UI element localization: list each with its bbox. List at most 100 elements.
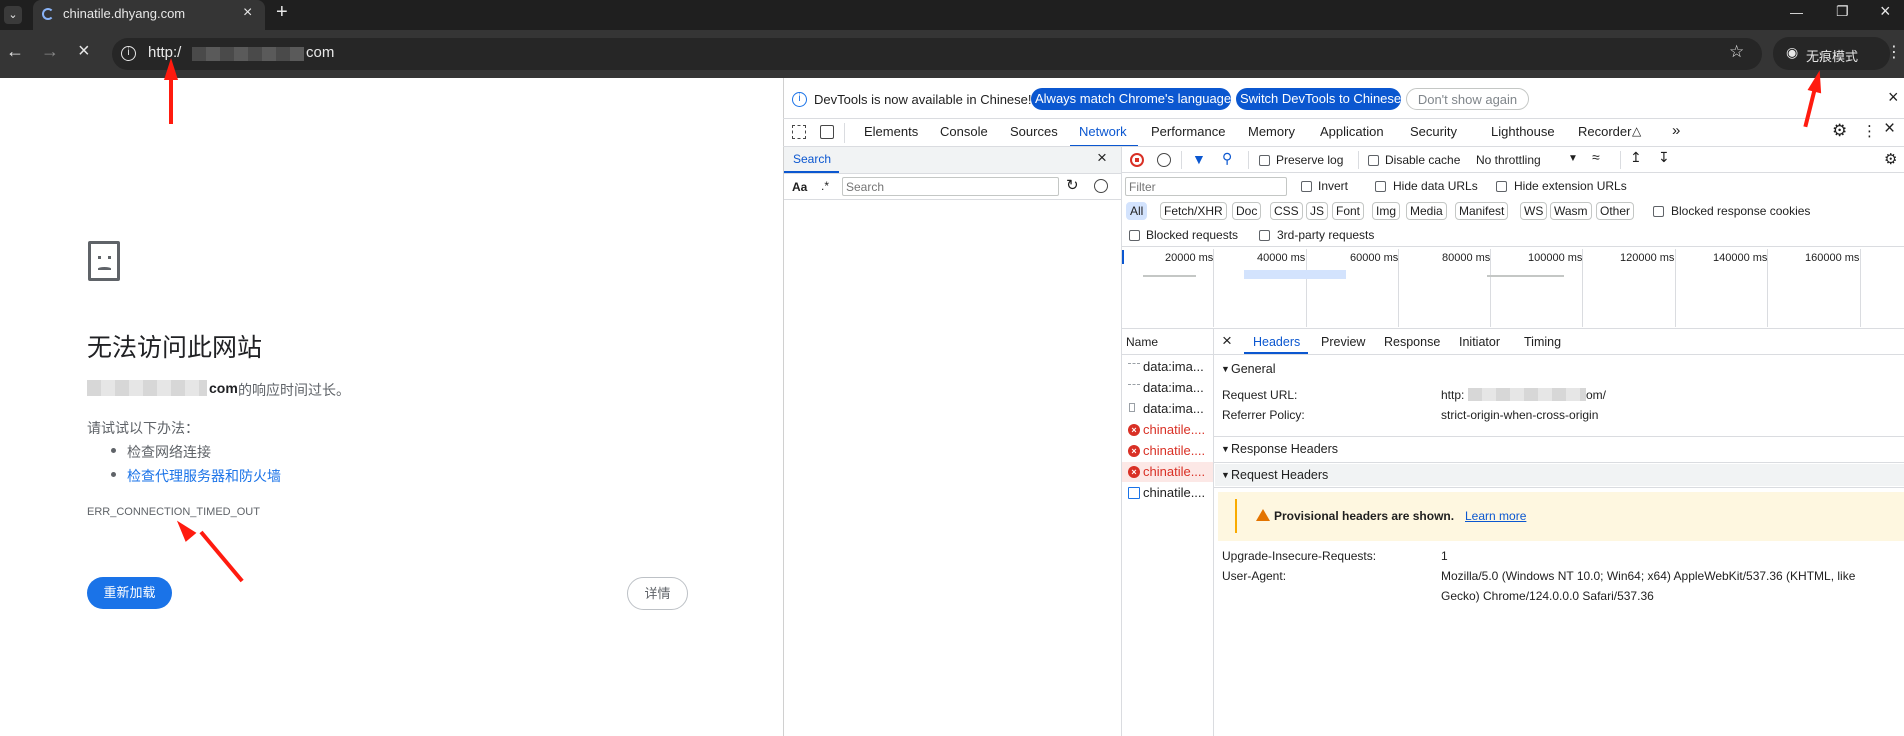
- name-column-header[interactable]: Name: [1126, 335, 1158, 349]
- browser-tab[interactable]: chinatile.dhyang.com ×: [33, 0, 265, 30]
- invert-checkbox[interactable]: [1301, 181, 1312, 192]
- tab-application[interactable]: Application: [1320, 124, 1384, 139]
- tab-memory[interactable]: Memory: [1248, 124, 1295, 139]
- request-row-failed[interactable]: chinatile....: [1143, 443, 1225, 463]
- switch-to-chinese-button[interactable]: Switch DevTools to Chinese: [1236, 88, 1401, 110]
- export-har-icon[interactable]: ↧: [1658, 149, 1670, 166]
- request-row[interactable]: chinatile....: [1143, 485, 1225, 505]
- type-filter-wasm[interactable]: Wasm: [1550, 202, 1592, 220]
- detail-tab-preview[interactable]: Preview: [1321, 335, 1365, 349]
- type-filter-ws[interactable]: WS: [1520, 202, 1548, 220]
- type-filter-doc[interactable]: Doc: [1232, 202, 1262, 220]
- request-row-failed-selected[interactable]: chinatile....: [1143, 464, 1225, 484]
- close-search-icon[interactable]: ×: [1097, 148, 1107, 168]
- learn-more-link[interactable]: Learn more: [1465, 509, 1526, 523]
- third-party-label: 3rd-party requests: [1277, 228, 1375, 242]
- type-filter-img[interactable]: Img: [1372, 202, 1401, 220]
- bookmark-star-icon[interactable]: ☆: [1729, 42, 1744, 62]
- close-icon[interactable]: ×: [1880, 1, 1891, 22]
- throttling-select[interactable]: No throttling: [1476, 153, 1541, 167]
- third-party-checkbox[interactable]: [1259, 230, 1270, 241]
- record-stop-icon[interactable]: [1130, 153, 1144, 167]
- network-settings-icon[interactable]: ⚙: [1884, 150, 1897, 168]
- type-filter-fetch[interactable]: Fetch/XHR: [1160, 202, 1227, 220]
- restore-icon[interactable]: ❐: [1836, 3, 1849, 20]
- forward-icon[interactable]: →: [41, 41, 59, 62]
- more-tabs-icon[interactable]: »: [1672, 122, 1680, 139]
- dont-show-again-button[interactable]: Don't show again: [1406, 88, 1529, 110]
- settings-gear-icon[interactable]: ⚙: [1832, 121, 1847, 141]
- search-panel-title[interactable]: Search: [793, 152, 831, 166]
- devtools-close-icon[interactable]: ×: [1884, 118, 1895, 140]
- refresh-search-icon[interactable]: ↻: [1066, 176, 1079, 194]
- type-filter-media[interactable]: Media: [1406, 202, 1447, 220]
- general-section-header[interactable]: ▼ General: [1215, 358, 1904, 380]
- tab-search-icon[interactable]: ⌄: [4, 6, 22, 24]
- network-conditions-icon[interactable]: ≈: [1592, 149, 1600, 165]
- disable-cache-checkbox[interactable]: [1368, 155, 1379, 166]
- tab-close-icon[interactable]: ×: [243, 4, 252, 22]
- hide-ext-urls-checkbox[interactable]: [1496, 181, 1507, 192]
- detail-tab-initiator[interactable]: Initiator: [1459, 335, 1500, 349]
- error-code: ERR_CONNECTION_TIMED_OUT: [87, 506, 260, 518]
- clear-log-icon[interactable]: [1157, 153, 1171, 167]
- reload-button[interactable]: 重新加载: [87, 577, 172, 609]
- timeline-overview[interactable]: [1122, 247, 1904, 328]
- detail-tab-timing[interactable]: Timing: [1524, 335, 1561, 349]
- match-case-toggle[interactable]: Aa: [792, 180, 807, 194]
- type-filter-manifest[interactable]: Manifest: [1455, 202, 1509, 220]
- preserve-log-checkbox[interactable]: [1259, 155, 1270, 166]
- devtools-menu-icon[interactable]: ⋮: [1862, 122, 1877, 140]
- new-tab-button[interactable]: +: [276, 1, 288, 24]
- request-row-failed[interactable]: chinatile....: [1143, 422, 1225, 442]
- chevron-down-icon[interactable]: ▼: [1568, 153, 1578, 164]
- request-row[interactable]: data:ima...: [1143, 401, 1225, 421]
- type-filter-js[interactable]: JS: [1306, 202, 1329, 220]
- tab-sources[interactable]: Sources: [1010, 124, 1058, 139]
- tab-strip: ⌄ chinatile.dhyang.com × + — ❐ ×: [0, 0, 1904, 30]
- tab-recorder[interactable]: Recorder: [1578, 124, 1631, 139]
- search-icon[interactable]: ⚲: [1222, 150, 1232, 167]
- type-filter-font[interactable]: Font: [1332, 202, 1365, 220]
- preserve-log-label: Preserve log: [1276, 153, 1344, 167]
- filter-input[interactable]: [1125, 177, 1287, 196]
- always-match-language-button[interactable]: Always match Chrome's language: [1031, 88, 1231, 110]
- request-row[interactable]: data:ima...: [1143, 380, 1225, 400]
- filter-icon[interactable]: ▼: [1192, 151, 1206, 167]
- tab-performance[interactable]: Performance: [1151, 124, 1225, 139]
- details-button[interactable]: 详情: [627, 577, 688, 610]
- type-filter-css[interactable]: CSS: [1270, 202, 1303, 220]
- device-toolbar-icon[interactable]: [820, 125, 834, 139]
- infobar-close-icon[interactable]: ×: [1888, 87, 1899, 108]
- detail-tab-response[interactable]: Response: [1384, 335, 1440, 349]
- tab-lighthouse[interactable]: Lighthouse: [1491, 124, 1555, 139]
- stop-loading-icon[interactable]: ×: [78, 40, 90, 63]
- chrome-menu-icon[interactable]: ⋮: [1886, 42, 1902, 62]
- blocked-requests-checkbox[interactable]: [1129, 230, 1140, 241]
- tab-console[interactable]: Console: [940, 124, 988, 139]
- type-filter-all[interactable]: All: [1126, 202, 1148, 220]
- type-filter-other[interactable]: Other: [1596, 202, 1635, 220]
- suggestion-network: 检查网络连接: [127, 444, 211, 460]
- search-input[interactable]: [842, 177, 1059, 196]
- inspect-element-icon[interactable]: [792, 125, 806, 139]
- clear-search-icon[interactable]: [1094, 179, 1108, 193]
- close-details-icon[interactable]: ×: [1222, 331, 1232, 351]
- import-har-icon[interactable]: ↥: [1630, 149, 1642, 166]
- blocked-cookies-checkbox[interactable]: [1653, 206, 1664, 217]
- tab-network[interactable]: Network: [1079, 124, 1127, 139]
- request-headers-section-header[interactable]: ▼ Request Headers: [1215, 464, 1904, 486]
- regex-toggle[interactable]: .*: [821, 179, 829, 193]
- minimize-icon[interactable]: —: [1790, 5, 1803, 20]
- request-row[interactable]: data:ima...: [1143, 359, 1225, 379]
- panel-splitter[interactable]: [1121, 147, 1122, 736]
- tab-elements[interactable]: Elements: [864, 124, 918, 139]
- response-headers-section-header[interactable]: ▼ Response Headers: [1215, 438, 1904, 460]
- suggestion-proxy-link[interactable]: 检查代理服务器和防火墙: [127, 466, 281, 486]
- hide-data-urls-checkbox[interactable]: [1375, 181, 1386, 192]
- address-bar[interactable]: [112, 38, 1762, 70]
- detail-tab-headers[interactable]: Headers: [1253, 335, 1300, 349]
- site-info-icon[interactable]: i: [121, 46, 136, 61]
- tab-security[interactable]: Security: [1410, 124, 1457, 139]
- back-icon[interactable]: ←: [6, 41, 24, 62]
